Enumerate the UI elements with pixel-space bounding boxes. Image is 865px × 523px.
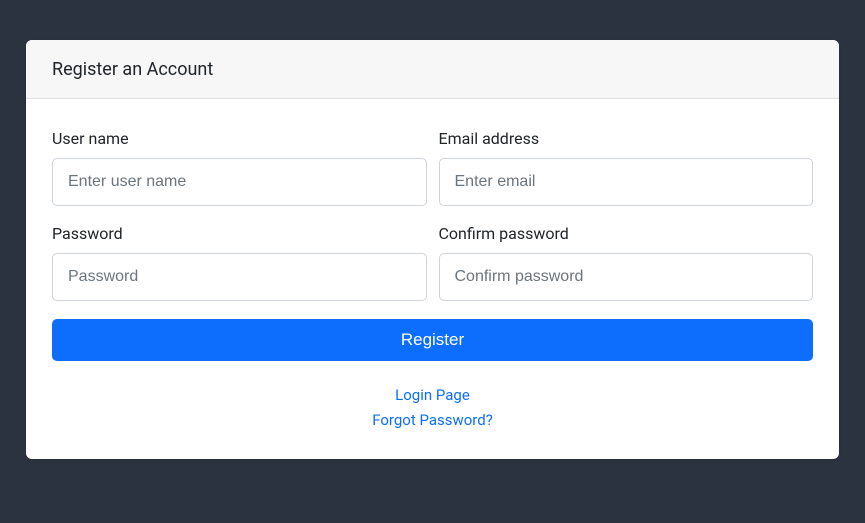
form-row-1: User name Email address — [52, 129, 813, 206]
forgot-password-link[interactable]: Forgot Password? — [52, 408, 813, 433]
email-group: Email address — [439, 129, 814, 206]
email-label: Email address — [439, 129, 814, 148]
confirm-password-label: Confirm password — [439, 224, 814, 243]
links-section: Login Page Forgot Password? — [52, 383, 813, 433]
card-header: Register an Account — [26, 40, 839, 99]
password-input[interactable] — [52, 253, 427, 301]
register-card: Register an Account User name Email addr… — [26, 40, 839, 459]
confirm-password-input[interactable] — [439, 253, 814, 301]
username-input[interactable] — [52, 158, 427, 206]
password-label: Password — [52, 224, 427, 243]
username-label: User name — [52, 129, 427, 148]
login-link[interactable]: Login Page — [52, 383, 813, 408]
card-title: Register an Account — [52, 59, 213, 80]
email-input[interactable] — [439, 158, 814, 206]
confirm-password-group: Confirm password — [439, 224, 814, 301]
card-body: User name Email address Password Confirm… — [26, 99, 839, 459]
username-group: User name — [52, 129, 427, 206]
form-row-2: Password Confirm password — [52, 224, 813, 301]
register-button[interactable]: Register — [52, 319, 813, 361]
password-group: Password — [52, 224, 427, 301]
